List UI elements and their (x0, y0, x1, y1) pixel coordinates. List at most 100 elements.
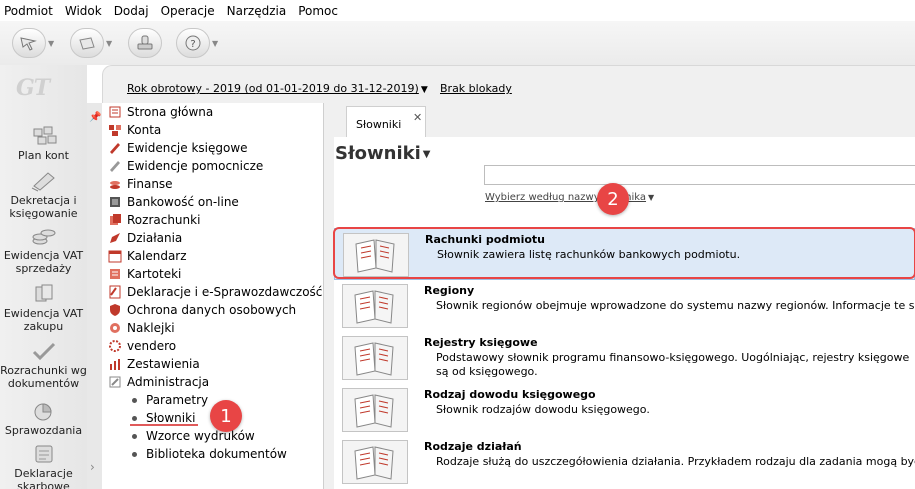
stamp-icon (137, 35, 153, 50)
menu-pomoc[interactable]: Pomoc (298, 4, 338, 18)
tab-slowniki[interactable]: Słowniki ✕ (346, 106, 426, 137)
fiscal-year-label: Rok obrotowy - 2019 (od 01-01-2019 do 31… (127, 82, 419, 95)
tree-item-label: Zestawienia (127, 357, 200, 371)
tree-subitem-label: Parametry (146, 393, 209, 407)
left-item-dekretacja[interactable]: Dekretacja i księgowanie (0, 170, 87, 220)
bullet-icon (132, 451, 137, 457)
left-item-deklaracje[interactable]: Deklaracje skarbowe (0, 443, 87, 489)
panel-separator[interactable] (324, 103, 334, 489)
tree-item-label: Naklejki (127, 321, 175, 335)
actions-icon (110, 233, 120, 243)
left-item-vat-sprzedazy[interactable]: Ewidencja VAT sprzedaży (0, 225, 87, 275)
left-item-rozrachunki[interactable]: Rozrachunki wg dokumentów (0, 340, 87, 390)
tree-item-konta[interactable]: Konta (108, 121, 161, 139)
expand-panel-icon[interactable]: › (90, 460, 95, 474)
menu-widok[interactable]: Widok (65, 4, 102, 18)
left-item-label: Sprawozdania (4, 424, 83, 437)
bullet-icon (132, 433, 137, 439)
search-input[interactable] (484, 165, 915, 185)
menu-bar: Podmiot Widok Dodaj Operacje Narzędzia P… (0, 0, 915, 21)
left-item-label: Ewidencja VAT zakupu (3, 307, 84, 333)
document-dropdown[interactable]: ▼ (106, 39, 116, 48)
dictionary-book-icon (342, 336, 408, 380)
fiscal-year-selector[interactable]: Rok obrotowy - 2019 (od 01-01-2019 do 31… (127, 82, 428, 95)
tree-subitem-label: Wzorce wydruków (146, 429, 255, 443)
left-item-plan-kont[interactable]: Plan kont (0, 125, 87, 162)
finance-icon (110, 181, 120, 189)
tree-item-vendero[interactable]: vendero (108, 337, 176, 355)
dekretacja-icon (31, 172, 55, 192)
tree-item-strona-glowna[interactable]: Strona główna (108, 103, 213, 121)
tree-item-zestawienia[interactable]: Zestawienia (108, 355, 200, 373)
tree-item-label: Kartoteki (127, 267, 182, 281)
tree-item-label: Deklaracje i e-Sprawozdawczość (127, 285, 323, 299)
tree-item-bankowosc[interactable]: Bankowość on-line (108, 193, 239, 211)
pointer-button[interactable] (12, 28, 46, 58)
tree-item-kalendarz[interactable]: Kalendarz (108, 247, 187, 265)
pointer-dropdown[interactable]: ▼ (48, 39, 58, 48)
menu-dodaj[interactable]: Dodaj (114, 4, 149, 18)
tree-item-dzialania[interactable]: Działania (108, 229, 182, 247)
tree-item-label: Administracja (127, 375, 210, 389)
page-title[interactable]: Słowniki ▼ (335, 143, 430, 164)
files-icon (110, 269, 120, 279)
dictionary-description: Podstawowy słownik programu finansowo-ks… (436, 351, 910, 378)
menu-narzedzia[interactable]: Narzędzia (227, 4, 287, 18)
bullet-icon (132, 397, 137, 403)
toolbar: ▼ ▼ ? ▼ (0, 21, 915, 65)
tree-item-finanse[interactable]: Finanse (108, 175, 173, 193)
help-dropdown[interactable]: ▼ (212, 39, 222, 48)
tree-item-ewidencje-ksiegowe[interactable]: Ewidencje księgowe (108, 139, 248, 157)
dictionary-book-icon (342, 388, 408, 432)
dictionary-row-regiony[interactable]: Regiony Słownik regionów obejmuje wprowa… (334, 280, 915, 332)
tree-subitem-label: Biblioteka dokumentów (146, 447, 287, 461)
selected-item-underline (130, 409, 198, 426)
pin-icon[interactable]: 📌 (89, 112, 101, 123)
left-item-sprawozdania[interactable]: Sprawozdania (0, 400, 87, 437)
tree-item-label: Konta (127, 123, 162, 137)
dictionary-book-icon (342, 440, 408, 484)
reports-icon (110, 359, 120, 370)
menu-podmiot[interactable]: Podmiot (4, 4, 53, 18)
tree-item-ewidencje-pomocnicze[interactable]: Ewidencje pomocnicze (108, 157, 263, 175)
tree-subitem-parametry[interactable]: Parametry (132, 391, 208, 409)
dictionary-title: Rejestry księgowe (424, 336, 538, 349)
tree-subitem-wzorce-wydrukow[interactable]: Wzorce wydruków (132, 427, 255, 445)
stamp-button[interactable] (128, 28, 162, 58)
document-button[interactable] (70, 28, 104, 58)
shield-icon (110, 304, 120, 316)
tree-item-deklaracje[interactable]: Deklaracje i e-Sprawozdawczość (108, 283, 322, 301)
highlight-outline (333, 227, 915, 279)
left-item-label: Ewidencja VAT sprzedaży (3, 249, 84, 275)
left-item-vat-zakupu[interactable]: Ewidencja VAT zakupu (0, 283, 87, 333)
tree-item-administracja[interactable]: Administracja (108, 373, 209, 391)
vat-sprzedazy-icon (32, 229, 55, 245)
dictionary-row-rejestry-ksiegowe[interactable]: Rejestry księgowe Podstawowy słownik pro… (334, 332, 915, 384)
tab-label: Słowniki (356, 118, 402, 131)
pointer-icon (20, 37, 37, 51)
close-icon[interactable]: ✕ (413, 111, 422, 124)
dictionary-row-rodzaje-dzialan[interactable]: Rodzaje działań Rodzaje służą do uszczeg… (334, 436, 915, 488)
help-button[interactable]: ? (176, 28, 210, 58)
dictionary-row-rodzaj-dowodu[interactable]: Rodzaj dowodu księgowego Słownik rodzajó… (334, 384, 915, 436)
tree-item-ochrona-danych[interactable]: Ochrona danych osobowych (108, 301, 296, 319)
tree-item-rozrachunki[interactable]: Rozrachunki (108, 211, 200, 229)
settlements-icon (110, 214, 121, 225)
menu-operacje[interactable]: Operacje (161, 4, 215, 18)
tree-item-label: Finanse (127, 177, 173, 191)
tree-item-naklejki[interactable]: Naklejki (108, 319, 175, 337)
dictionary-description: Słownik rodzajów dowodu księgowego. (436, 403, 650, 416)
tree-gutter (87, 103, 102, 489)
stickers-icon (110, 323, 120, 333)
tree-item-label: Kalendarz (127, 249, 187, 263)
chevron-down-icon: ▼ (422, 148, 431, 160)
vendero-icon (109, 340, 121, 352)
path-bar: Rok obrotowy - 2019 (od 01-01-2019 do 31… (102, 65, 915, 103)
tree-subitem-biblioteka[interactable]: Biblioteka dokumentów (132, 445, 287, 463)
tree-item-kartoteki[interactable]: Kartoteki (108, 265, 181, 283)
tree-item-label: Ochrona danych osobowych (127, 303, 297, 317)
dictionary-description: Rodzaje służą do uszczegółowienia działa… (436, 455, 915, 468)
rozrachunki-icon (32, 342, 55, 361)
lock-status-link[interactable]: Brak blokady (440, 82, 512, 95)
plan-kont-icon (33, 126, 56, 145)
